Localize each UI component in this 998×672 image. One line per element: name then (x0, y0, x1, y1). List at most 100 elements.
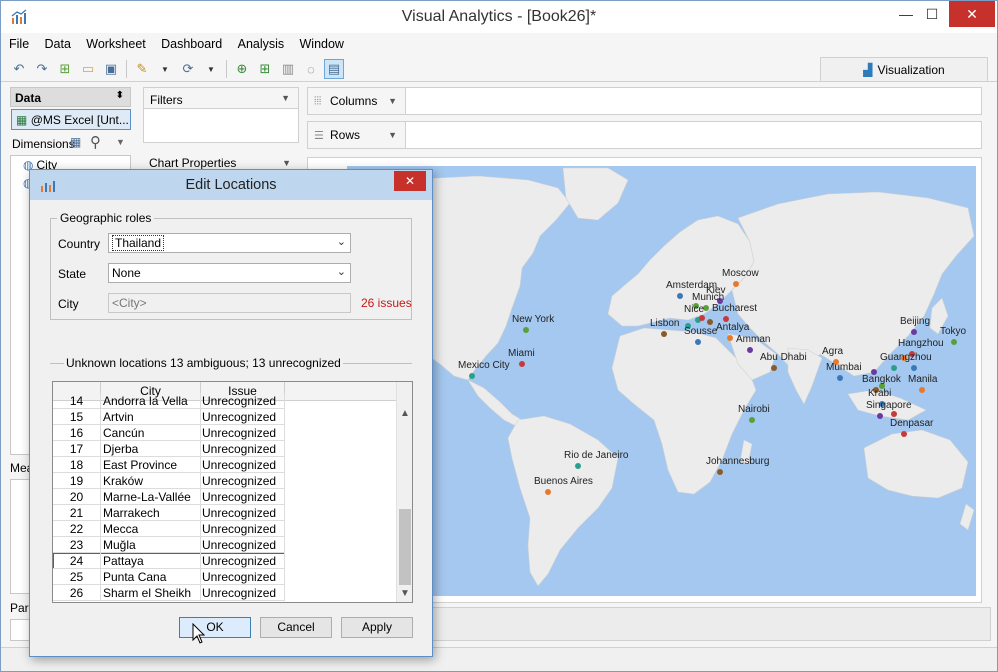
table-row[interactable]: 26 Sharm el Sheikh Unrecognized (53, 585, 285, 601)
map-marker[interactable] (911, 329, 917, 335)
ok-button[interactable]: OK (179, 617, 251, 638)
chevron-down-icon[interactable]: ▼ (388, 130, 397, 140)
row-index: 19 (53, 473, 101, 489)
chart-icon[interactable]: ▥ (278, 59, 298, 79)
table-row[interactable]: 24 Pattaya Unrecognized (53, 553, 285, 569)
chevron-down-icon[interactable]: ▼ (281, 93, 290, 103)
table-row[interactable]: 19 Kraków Unrecognized (53, 473, 285, 489)
dropdown-arrow-icon[interactable]: ▼ (201, 59, 221, 79)
row-index: 25 (53, 569, 101, 585)
open-icon[interactable]: ▭ (78, 59, 98, 79)
add-dashboard-icon[interactable]: ⊞ (255, 59, 275, 79)
table-row[interactable]: 15 Artvin Unrecognized (53, 409, 285, 425)
menu-worksheet[interactable]: Worksheet (86, 37, 146, 51)
map-marker[interactable] (695, 339, 701, 345)
map-marker[interactable] (733, 281, 739, 287)
filters-header[interactable]: Filters ▼ (143, 87, 299, 109)
map-marker[interactable] (911, 365, 917, 371)
menu-file[interactable]: File (9, 37, 29, 51)
menu-dashboard[interactable]: Dashboard (161, 37, 222, 51)
data-source-item[interactable]: ▦ @MS Excel [Unt... (11, 109, 131, 130)
new-icon[interactable]: ⊞ (55, 59, 75, 79)
table-view-icon[interactable]: ▦ (70, 135, 81, 149)
dialog-close-button[interactable]: ✕ (394, 171, 426, 191)
visualization-tab[interactable]: ▟ Visualization (820, 57, 988, 81)
refresh-icon[interactable]: ⟳ (178, 59, 198, 79)
map-marker[interactable] (545, 489, 551, 495)
redo-icon[interactable]: ↷ (32, 59, 52, 79)
chevron-down-icon: ⌄ (336, 236, 346, 248)
sort-arrows-icon[interactable]: ⬍ (116, 90, 124, 101)
map-marker[interactable] (575, 463, 581, 469)
map-marker[interactable] (661, 331, 667, 337)
columns-icon: ⦙⦙⦙ (314, 95, 322, 107)
table-row[interactable]: 16 Cancún Unrecognized (53, 425, 285, 441)
table-row[interactable]: 18 East Province Unrecognized (53, 457, 285, 473)
country-select[interactable]: Thailand ⌄ (108, 233, 351, 253)
map-city-label: Johannesburg (706, 456, 769, 467)
add-worksheet-icon[interactable]: ⊕ (232, 59, 252, 79)
map-marker[interactable] (707, 319, 713, 325)
filters-drop-area[interactable] (143, 109, 299, 143)
chevron-down-icon[interactable]: ▼ (116, 137, 125, 147)
map-marker[interactable] (699, 315, 705, 321)
cancel-button[interactable]: Cancel (260, 617, 332, 638)
menu-window[interactable]: Window (300, 37, 344, 51)
map-city-label: Buenos Aires (534, 476, 593, 487)
map-marker[interactable] (919, 387, 925, 393)
table-row[interactable]: 14 Andorra la Vella Unrecognized (53, 393, 285, 409)
map-marker[interactable] (771, 365, 777, 371)
map-marker[interactable] (749, 417, 755, 423)
save-icon[interactable]: ▣ (101, 59, 121, 79)
map-marker[interactable] (877, 413, 883, 419)
map-marker[interactable] (469, 373, 475, 379)
map-marker[interactable] (951, 339, 957, 345)
menu-analysis[interactable]: Analysis (238, 37, 285, 51)
map-marker[interactable] (677, 293, 683, 299)
state-select[interactable]: None ⌄ (108, 263, 351, 283)
map-marker[interactable] (727, 335, 733, 341)
show-hide-pane-icon[interactable]: ▤ (324, 59, 344, 79)
lasso-icon[interactable]: ◌ (301, 59, 321, 79)
scroll-up-icon[interactable]: ▲ (400, 408, 410, 419)
row-index: 17 (53, 441, 101, 457)
apply-button[interactable]: Apply (341, 617, 413, 638)
table-row[interactable]: 25 Punta Cana Unrecognized (53, 569, 285, 585)
table-row[interactable]: 20 Marne-La-Vallée Unrecognized (53, 489, 285, 505)
search-icon[interactable]: ⚲ (90, 133, 101, 151)
magic-wand-icon[interactable]: ✎ (132, 59, 152, 79)
city-cell: Cancún (101, 425, 201, 441)
scroll-down-icon[interactable]: ▼ (400, 588, 410, 599)
close-button[interactable]: ✕ (949, 1, 995, 27)
visualization-tab-label: Visualization (877, 63, 945, 77)
map-marker[interactable] (901, 431, 907, 437)
scrollbar-thumb[interactable] (399, 509, 411, 585)
dropdown-arrow-icon[interactable]: ▼ (155, 59, 175, 79)
map-marker[interactable] (519, 361, 525, 367)
state-value: None (112, 266, 141, 280)
chevron-down-icon[interactable]: ▼ (282, 158, 291, 168)
map-city-label: Krabi (868, 388, 891, 399)
table-row[interactable]: 17 Djerba Unrecognized (53, 441, 285, 457)
rows-shelf[interactable]: ☰ Rows ▼ (307, 121, 982, 149)
map-marker[interactable] (837, 375, 843, 381)
row-index: 21 (53, 505, 101, 521)
maximize-button[interactable]: ☐ (917, 1, 947, 27)
columns-shelf[interactable]: ⦙⦙⦙ Columns ▼ (307, 87, 982, 115)
vertical-scrollbar[interactable]: ▲ ▼ (396, 382, 412, 602)
issues-link[interactable]: 26 issues (361, 296, 412, 310)
issue-cell: Unrecognized (201, 585, 285, 601)
undo-icon[interactable]: ↶ (9, 59, 29, 79)
excel-icon: ▦ (16, 113, 28, 127)
table-row[interactable]: 21 Marrakech Unrecognized (53, 505, 285, 521)
table-row[interactable]: 22 Mecca Unrecognized (53, 521, 285, 537)
map-marker[interactable] (747, 347, 753, 353)
map-marker[interactable] (891, 411, 897, 417)
map-marker[interactable] (523, 327, 529, 333)
chevron-down-icon[interactable]: ▼ (388, 96, 397, 106)
map-marker[interactable] (891, 365, 897, 371)
unknown-locations-table[interactable]: City Issue 14 Andorra la Vella Unrecognize… (52, 381, 413, 603)
table-row[interactable]: 23 Muğla Unrecognized (53, 537, 285, 553)
menu-data[interactable]: Data (45, 37, 71, 51)
map-marker[interactable] (717, 469, 723, 475)
